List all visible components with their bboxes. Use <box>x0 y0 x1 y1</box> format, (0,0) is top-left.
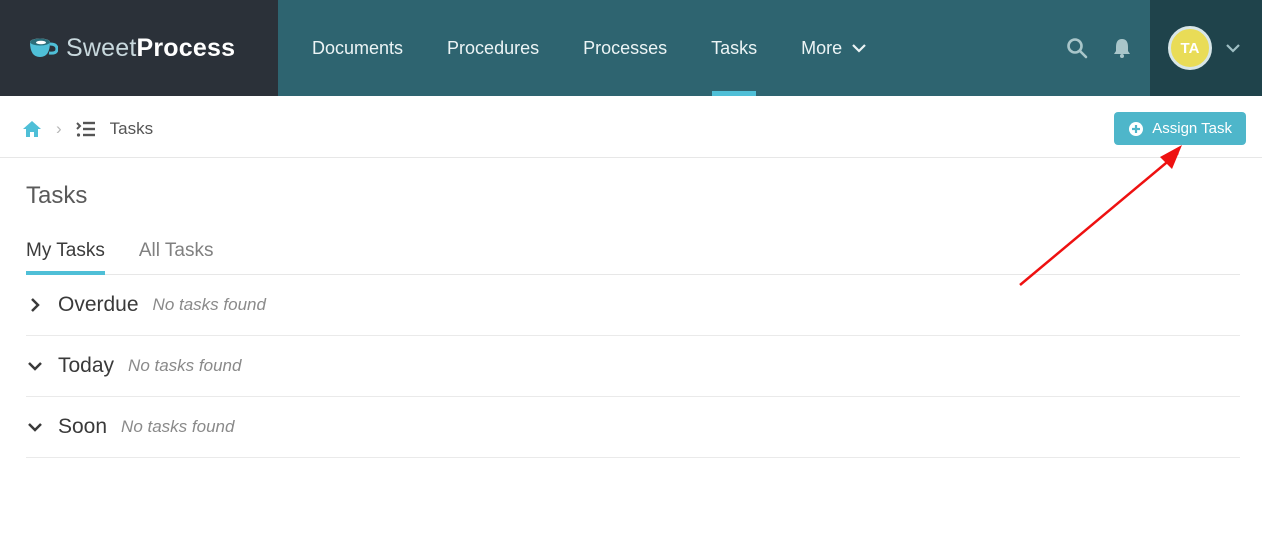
home-icon[interactable] <box>22 120 42 138</box>
nav-main: Documents Procedures Processes Tasks Mor… <box>278 0 1150 96</box>
section-label: Today <box>58 354 114 378</box>
tasks-list-icon[interactable] <box>76 121 96 137</box>
section-overdue[interactable]: Overdue No tasks found <box>26 275 1240 336</box>
chevron-down-icon <box>26 361 44 371</box>
breadcrumb-separator: › <box>56 119 62 139</box>
section-empty-text: No tasks found <box>128 356 241 376</box>
nav-tasks[interactable]: Tasks <box>689 0 779 96</box>
search-icon[interactable] <box>1066 37 1088 59</box>
assign-task-button[interactable]: Assign Task <box>1114 112 1246 145</box>
section-label: Soon <box>58 415 107 439</box>
section-label: Overdue <box>58 293 139 317</box>
section-empty-text: No tasks found <box>153 295 266 315</box>
tabs: My Tasks All Tasks <box>26 240 1240 275</box>
tab-all-tasks[interactable]: All Tasks <box>139 240 214 274</box>
nav-documents[interactable]: Documents <box>290 0 425 96</box>
chevron-down-icon <box>26 422 44 432</box>
bell-icon[interactable] <box>1112 37 1132 59</box>
breadcrumb-row: › Tasks Assign Task <box>0 96 1262 158</box>
chevron-right-icon <box>26 298 44 312</box>
avatar: TA <box>1168 26 1212 70</box>
section-today[interactable]: Today No tasks found <box>26 336 1240 397</box>
nav-more-label: More <box>801 38 842 59</box>
avatar-initials: TA <box>1181 40 1200 57</box>
section-empty-text: No tasks found <box>121 417 234 437</box>
section-soon[interactable]: Soon No tasks found <box>26 397 1240 458</box>
brand-text: SweetProcess <box>66 34 235 63</box>
top-nav: SweetProcess Documents Procedures Proces… <box>0 0 1262 96</box>
assign-task-label: Assign Task <box>1152 120 1232 137</box>
brand-logo[interactable]: SweetProcess <box>0 0 278 96</box>
cup-icon <box>28 35 58 61</box>
nav-icons <box>1048 37 1150 59</box>
chevron-down-icon <box>852 43 866 53</box>
breadcrumb: › Tasks <box>22 119 153 139</box>
nav-procedures[interactable]: Procedures <box>425 0 561 96</box>
tab-my-tasks[interactable]: My Tasks <box>26 240 105 274</box>
nav-more[interactable]: More <box>779 0 888 96</box>
page-title: Tasks <box>26 182 1240 210</box>
page-body: Tasks My Tasks All Tasks Overdue No task… <box>0 158 1262 458</box>
breadcrumb-label: Tasks <box>110 119 153 139</box>
chevron-down-icon <box>1226 43 1240 53</box>
user-menu[interactable]: TA <box>1150 0 1262 96</box>
plus-circle-icon <box>1128 121 1144 137</box>
nav-processes[interactable]: Processes <box>561 0 689 96</box>
